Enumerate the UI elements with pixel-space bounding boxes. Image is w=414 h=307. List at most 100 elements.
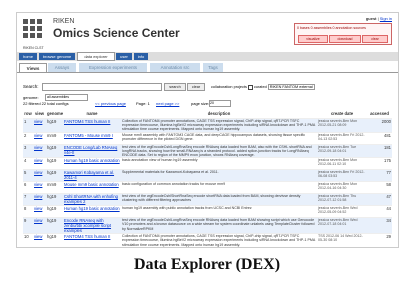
create-date-cell: jessica severin-Ben Thu 2012-07-12 01:58 bbox=[317, 193, 367, 206]
view-name-link[interactable]: FANTOM4 TSS human II bbox=[63, 118, 121, 133]
nav-user[interactable]: user bbox=[116, 53, 132, 60]
page-indicator: Page: 1 bbox=[136, 101, 150, 106]
description-cell: Supplemental materials for Kawamori-Koba… bbox=[121, 169, 317, 182]
search-button[interactable]: search bbox=[164, 83, 186, 91]
col-view[interactable]: view bbox=[33, 109, 46, 119]
view-link[interactable]: view bbox=[33, 131, 46, 145]
view-name-link[interactable]: Encode RNAseq Expression/Rescore script … bbox=[63, 246, 121, 247]
tab-expression-experiments[interactable]: Expression experiments bbox=[79, 63, 147, 72]
description-cell: basic annotation view of human hg19 asse… bbox=[121, 157, 317, 170]
table-row[interactable]: 9 view hg19 Encode RNAseq with zenbu/bbi xc… bbox=[23, 217, 392, 234]
accessed-count: 44 bbox=[367, 205, 392, 218]
header: RIKEN CLST RIKEN Omics Science Center gu… bbox=[17, 13, 398, 51]
view-link[interactable]: view bbox=[33, 246, 46, 247]
tab-annotation-src[interactable]: Annotation src bbox=[150, 63, 200, 72]
genome-cell: hg19 bbox=[46, 169, 63, 182]
description-cell: test view of the wgEncodeCshlLongRnaSeq … bbox=[121, 217, 317, 234]
view-name-link[interactable]: Cshl ShortRNA with enhofing examples 2 bbox=[63, 193, 121, 206]
accessed-count: 481 bbox=[367, 131, 392, 145]
view-link[interactable]: view bbox=[33, 233, 46, 247]
description-cell: Collection of FANTOM4 promoter annotatio… bbox=[121, 118, 317, 133]
col-row[interactable]: row bbox=[23, 109, 33, 119]
genome-cell: hg19 bbox=[46, 217, 63, 234]
genome-cell: mm9 bbox=[46, 131, 63, 145]
table-row[interactable]: 7 view hg19 Cshl ShortRNA with enhofing exa… bbox=[23, 193, 392, 206]
description-cell: Collection of FANTOM4 promoter annotatio… bbox=[121, 233, 317, 247]
table-row[interactable]: 8 view hg19 Human hg19 basic annotation huma… bbox=[23, 205, 392, 218]
clear-selection-button[interactable]: clear bbox=[362, 35, 388, 43]
view-name-link[interactable]: Encode RNAseq with zenbu/bbi xcompile sc… bbox=[63, 217, 121, 234]
visualize-button[interactable]: visualize bbox=[298, 35, 328, 43]
view-link[interactable]: view bbox=[33, 118, 46, 133]
nav-home[interactable]: home bbox=[19, 53, 37, 60]
table-row[interactable]: 4 view hg19 Human hg19 basic annotation basi… bbox=[23, 157, 392, 170]
create-date-cell: jessica severin-Ben Mon 2012-06-11 02:10 bbox=[317, 157, 367, 170]
view-link[interactable]: view bbox=[33, 143, 46, 158]
col-accessed[interactable]: accessed bbox=[367, 109, 392, 119]
row-number: 10 bbox=[23, 233, 33, 247]
row-number: 6 bbox=[23, 181, 33, 194]
description-cell: test view of the wgEncodeCshlShortRnaSeq… bbox=[121, 193, 317, 206]
col-description[interactable]: description bbox=[121, 109, 317, 119]
row-number: 8 bbox=[23, 205, 33, 218]
view-name-link[interactable]: FANTOM5 - Mouse mm9 I bbox=[63, 131, 121, 145]
accessed-count: 58 bbox=[367, 181, 392, 194]
download-button[interactable]: download bbox=[329, 35, 361, 43]
filter-summary: 22 filtered 22 total configs bbox=[23, 101, 69, 106]
table-row[interactable]: 11viewhg19Encode RNAseq Expression/Resco… bbox=[23, 246, 392, 247]
create-date-cell: jessica severin-Ben Wed 2012-05-09 04:52 bbox=[317, 205, 367, 218]
next-page-link[interactable]: next page >> bbox=[156, 101, 179, 106]
views-table: row view genome name description create … bbox=[23, 109, 392, 247]
view-link[interactable]: view bbox=[33, 205, 46, 218]
table-row[interactable]: 3 view hg19 ENCODE Long/Lab RNAseq v4e-II te… bbox=[23, 143, 392, 158]
curated-checkbox[interactable] bbox=[247, 84, 253, 90]
genome-cell: hg19 bbox=[46, 143, 63, 158]
view-name-link[interactable]: Human hg19 basic annotation bbox=[63, 205, 121, 218]
genome-select[interactable]: all assemblies bbox=[45, 94, 88, 101]
search-input[interactable] bbox=[42, 83, 162, 91]
view-link[interactable]: view bbox=[33, 169, 46, 182]
table-row[interactable]: 10 view hg19 FANTOM4 TSS human II Collection… bbox=[23, 233, 392, 247]
view-name-link[interactable]: Mouse mm9 basic annotation bbox=[63, 181, 121, 194]
create-date-cell: jessica severin-Ben Tue 2012-06-20 04:04 bbox=[317, 246, 367, 247]
curated-select[interactable]: RIKEN FANTOM external bbox=[267, 84, 315, 90]
view-name-link[interactable]: ENCODE Long/Lab RNAseq v4e-II bbox=[63, 143, 121, 158]
nav-browse-genome[interactable]: browse genome bbox=[39, 53, 75, 60]
col-name[interactable]: name bbox=[63, 109, 121, 119]
row-number: 4 bbox=[23, 157, 33, 170]
col-genome[interactable]: genome bbox=[46, 109, 63, 119]
accessed-count: 175 bbox=[367, 157, 392, 170]
view-link[interactable]: view bbox=[33, 181, 46, 194]
nav-data-explorer[interactable]: data explorer bbox=[77, 52, 115, 61]
create-date-cell: TSS 2012-06 14 Wed 2012-05-30 08:10 bbox=[317, 233, 367, 247]
riken-logo-icon[interactable] bbox=[23, 19, 47, 45]
view-link[interactable]: view bbox=[33, 217, 46, 234]
table-row[interactable]: 2 view mm9 FANTOM5 - Mouse mm9 I Mouse mm9 a… bbox=[23, 131, 392, 145]
genome-cell: hg19 bbox=[46, 193, 63, 206]
signin-link[interactable]: Sign in bbox=[380, 16, 392, 21]
page-size-input[interactable]: 20 bbox=[209, 100, 231, 107]
view-name-link[interactable]: Kawamori Kobayama et al. 2011-4 bbox=[63, 169, 121, 182]
genome-cell: hg19 bbox=[46, 157, 63, 170]
nav-info[interactable]: info bbox=[134, 53, 148, 60]
genome-cell: mm9 bbox=[46, 181, 63, 194]
view-link[interactable]: view bbox=[33, 157, 46, 170]
org-name: RIKEN bbox=[53, 18, 75, 25]
table-row[interactable]: 5 view hg19 Kawamori Kobayama et al. 2011-4… bbox=[23, 169, 392, 182]
figure-caption: Data Explorer (DEX) bbox=[133, 256, 281, 273]
description-cell: test view of the wgEncodeCshlLongRnaSeq … bbox=[121, 246, 317, 247]
view-name-link[interactable]: Human hg19 basic annotation bbox=[63, 157, 121, 170]
site-title: Omics Science Center bbox=[53, 26, 180, 40]
collaboration-filter: collaboration projects curated RIKEN FAN… bbox=[211, 84, 315, 90]
view-name-link[interactable]: FANTOM4 TSS human II bbox=[63, 233, 121, 247]
table-row[interactable]: 1 view hg19 FANTOM4 TSS human II Collection … bbox=[23, 118, 392, 133]
tab-assays[interactable]: Assays bbox=[48, 63, 76, 72]
col-create-date[interactable]: create date bbox=[317, 109, 367, 119]
view-link[interactable]: view bbox=[33, 193, 46, 206]
search-clear-button[interactable]: clear bbox=[187, 83, 205, 91]
tab-tags[interactable]: Tags bbox=[203, 63, 223, 72]
table-row[interactable]: 6 view mm9 Mouse mm9 basic annotation basic … bbox=[23, 181, 392, 194]
tab-divider bbox=[17, 72, 398, 73]
user-name: guest bbox=[365, 16, 377, 21]
previous-page-link[interactable]: << previous page bbox=[95, 101, 126, 106]
